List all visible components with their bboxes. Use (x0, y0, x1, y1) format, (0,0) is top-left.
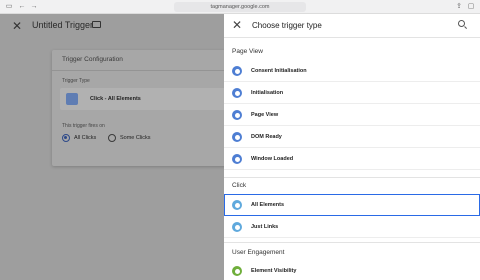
trigger-item-window-loaded[interactable]: Window Loaded (224, 148, 480, 170)
item-label: Initialisation (251, 90, 284, 96)
forward-icon[interactable]: → (30, 3, 38, 11)
trigger-item-page-view[interactable]: Page View (224, 104, 480, 126)
item-label: All Elements (251, 202, 285, 208)
all-clicks-radio[interactable] (62, 134, 70, 142)
item-label: DOM Ready (251, 134, 282, 140)
close-icon[interactable]: ✕ (12, 19, 22, 33)
item-label: Just Links (251, 224, 279, 230)
item-label: Page View (251, 112, 279, 118)
trigger-editor: ✕ Untitled Trigger Trigger Configuration… (0, 14, 224, 280)
item-label: Element Visibility (251, 268, 297, 274)
eye-icon (232, 110, 242, 120)
section-divider (224, 242, 480, 243)
trigger-configuration-card[interactable]: Trigger Configuration Trigger Type Click… (52, 50, 224, 166)
click-icon (66, 93, 78, 105)
init-icon (232, 88, 242, 98)
some-clicks-radio[interactable] (108, 134, 116, 142)
trigger-item-all-elements[interactable]: All Elements (224, 194, 480, 216)
section-title-page-view: Page View (232, 48, 263, 55)
trigger-name[interactable]: Untitled Trigger (32, 20, 93, 30)
close-icon[interactable]: ✕ (232, 18, 242, 32)
fires-on-label: This trigger fires on (62, 123, 105, 129)
sidebar-toggle-icon[interactable]: ▭ (5, 3, 13, 11)
item-label: Consent Initialisation (251, 68, 307, 74)
some-clicks-label[interactable]: Some Clicks (120, 135, 151, 141)
trigger-type-value: Click - All Elements (90, 96, 141, 102)
trigger-item-consent-initialisation[interactable]: Consent Initialisation (224, 60, 480, 82)
section-divider (224, 177, 480, 178)
all-clicks-label[interactable]: All Clicks (74, 135, 96, 141)
section-title-user-engagement: User Engagement (232, 249, 285, 256)
trigger-item-element-visibility[interactable]: Element Visibility (224, 260, 480, 280)
panel-header: ✕ Choose trigger type (224, 14, 480, 38)
editor-header: ✕ Untitled Trigger (0, 14, 224, 38)
divider (52, 70, 224, 71)
section-title-click: Click (232, 182, 247, 189)
click-icon (232, 200, 242, 210)
back-icon[interactable]: ← (18, 3, 26, 11)
address-bar[interactable]: tagmanager.google.com (174, 2, 306, 12)
choose-trigger-type-panel: ✕ Choose trigger type Page View Consent … (224, 14, 480, 280)
folder-icon[interactable] (92, 21, 101, 28)
trigger-type-selector[interactable]: Click - All Elements (60, 88, 224, 110)
tabs-icon[interactable]: ▢ (467, 3, 475, 11)
visibility-icon (232, 266, 242, 276)
dom-icon (232, 132, 242, 142)
browser-toolbar: ▭ ← → tagmanager.google.com ⇪ ▢ (0, 0, 480, 14)
trigger-type-label: Trigger Type (62, 78, 90, 84)
panel-title: Choose trigger type (252, 21, 322, 30)
trigger-item-dom-ready[interactable]: DOM Ready (224, 126, 480, 148)
link-icon (232, 222, 242, 232)
item-label: Window Loaded (251, 156, 294, 162)
trigger-item-initialisation[interactable]: Initialisation (224, 82, 480, 104)
consent-icon (232, 66, 242, 76)
card-title: Trigger Configuration (62, 56, 123, 63)
search-icon[interactable] (458, 20, 465, 27)
trigger-item-just-links[interactable]: Just Links (224, 216, 480, 238)
window-icon (232, 154, 242, 164)
share-icon[interactable]: ⇪ (455, 3, 463, 11)
